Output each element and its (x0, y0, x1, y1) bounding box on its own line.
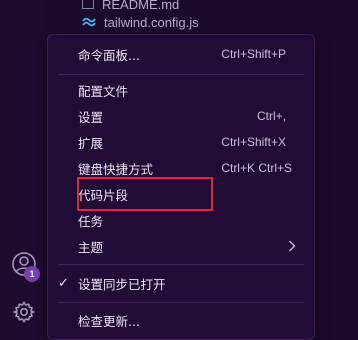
menu-item-label: 扩展 (78, 135, 104, 151)
manage-button[interactable] (10, 298, 38, 326)
menu-item-snippets[interactable]: 代码片段 (48, 181, 314, 207)
menu-separator (58, 302, 304, 303)
menu-item-command-palette[interactable]: 命令面板... Ctrl+Shift+P (48, 41, 314, 67)
menu-item-label: 主题 (78, 239, 104, 255)
chevron-right-icon (289, 240, 296, 252)
menu-item-extensions[interactable]: 扩展 Ctrl+Shift+X (48, 129, 314, 155)
menu-item-label: 命令面板... (78, 47, 140, 63)
menu-separator (58, 264, 304, 265)
file-name: tailwind.config.js (104, 14, 199, 30)
menu-item-label: 设置 (78, 109, 104, 125)
activity-bar: 1 (0, 0, 46, 340)
accounts-badge: 1 (24, 266, 40, 282)
menu-item-shortcut: Ctrl+K Ctrl+S (221, 161, 292, 175)
menu-item-themes[interactable]: 主题 (48, 233, 314, 259)
menu-item-label: 配置文件 (78, 83, 129, 99)
menu-item-settings-sync[interactable]: ✓ 设置同步已打开 (48, 270, 314, 296)
file-name: README.md (102, 0, 180, 12)
menu-item-shortcut: Ctrl+Shift+P (221, 47, 286, 61)
menu-item-label: 代码片段 (78, 187, 129, 203)
menu-item-shortcut: Ctrl+, (256, 109, 286, 123)
menu-item-label: 设置同步已打开 (78, 276, 166, 292)
menu-item-label: 检查更新... (78, 313, 140, 329)
tailwind-icon (82, 17, 96, 27)
menu-item-keyboard-shortcuts[interactable]: 键盘快捷方式 Ctrl+K Ctrl+S (48, 155, 314, 181)
manage-context-menu: 命令面板... Ctrl+Shift+P 配置文件 设置 Ctrl+, 扩展 C… (47, 34, 315, 340)
menu-item-profiles[interactable]: 配置文件 (48, 77, 314, 103)
file-item[interactable]: tailwind.config.js (82, 12, 199, 32)
menu-item-label: 键盘快捷方式 (78, 161, 154, 177)
menu-item-shortcut: Ctrl+Shift+X (221, 135, 286, 149)
menu-separator (58, 74, 304, 75)
menu-item-check-updates[interactable]: 检查更新... (48, 307, 314, 333)
check-icon: ✓ (58, 275, 69, 291)
markdown-icon (82, 0, 94, 9)
menu-item-label: 任务 (78, 213, 104, 229)
gear-icon (12, 301, 36, 323)
menu-item-settings[interactable]: 设置 Ctrl+, (48, 103, 314, 129)
menu-item-tasks[interactable]: 任务 (48, 207, 314, 233)
